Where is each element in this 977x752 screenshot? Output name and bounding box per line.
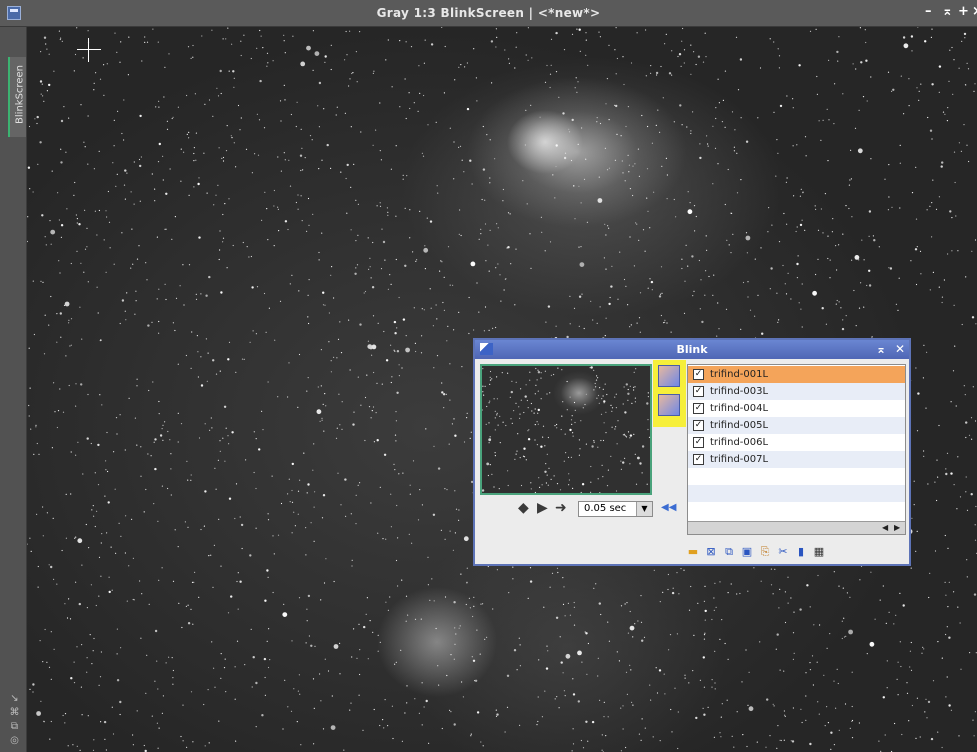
empty-row <box>688 485 905 502</box>
rewind-icon[interactable]: ◀◀ <box>661 502 676 513</box>
file-name: trifind-006L <box>710 437 769 448</box>
close-all-icon[interactable]: ⧉ <box>722 545 736 558</box>
horizontal-scrollbar[interactable]: ◀ ▶ <box>688 521 905 534</box>
checkbox[interactable]: ✓ <box>693 369 704 380</box>
checkbox[interactable]: ✓ <box>693 454 704 465</box>
checkbox[interactable]: ✓ <box>693 386 704 397</box>
interval-value: 0.05 sec <box>584 503 627 514</box>
dialog-close-button[interactable]: ✕ <box>895 342 905 356</box>
save-icon[interactable]: ▣ <box>740 545 754 558</box>
checkbox[interactable]: ✓ <box>693 403 704 414</box>
clone-view-icon[interactable]: ⧉ <box>9 721 20 732</box>
movie-icon[interactable]: ▦ <box>812 545 826 558</box>
file-name: trifind-007L <box>710 454 769 465</box>
list-item[interactable]: ✓ trifind-004L <box>688 400 905 417</box>
dialog-shade-button[interactable]: ⌅ <box>876 342 886 356</box>
histogram-stf-button[interactable] <box>658 365 680 387</box>
close-icon[interactable]: ⊠ <box>704 545 718 558</box>
file-name: trifind-001L <box>710 369 769 380</box>
tab-blinkscreen-label: BlinkScreen <box>14 65 26 124</box>
list-item[interactable]: ✓ trifind-007L <box>688 451 905 468</box>
chevron-down-icon[interactable]: ▼ <box>636 502 652 516</box>
open-folder-icon[interactable]: ▬ <box>686 545 700 558</box>
blink-preview[interactable] <box>480 364 652 495</box>
file-name: trifind-004L <box>710 403 769 414</box>
previous-image-icon[interactable]: ◆ <box>518 501 529 515</box>
window-title: Gray 1:3 BlinkScreen | <*new*> <box>376 6 601 20</box>
scroll-left-icon[interactable]: ◀ <box>882 523 888 532</box>
close-button[interactable]: × <box>972 4 977 19</box>
window-titlebar: Gray 1:3 BlinkScreen | <*new*> – ⌅ + × <box>0 0 977 27</box>
list-item[interactable]: ✓ trifind-006L <box>688 434 905 451</box>
crosshair-cursor <box>77 38 101 62</box>
tab-blinkscreen[interactable]: BlinkScreen <box>8 57 26 137</box>
checkbox[interactable]: ✓ <box>693 437 704 448</box>
list-item[interactable]: ✓ trifind-005L <box>688 417 905 434</box>
next-image-icon[interactable]: ➜ <box>555 501 567 515</box>
scroll-right-icon[interactable]: ▶ <box>894 523 900 532</box>
target-icon[interactable]: ◎ <box>9 735 20 746</box>
pan-tool-icon[interactable]: ⌘ <box>9 707 20 718</box>
maximize-button[interactable]: + <box>958 4 969 19</box>
file-list[interactable]: ✓ trifind-001L ✓ trifind-003L ✓ trifind-… <box>687 364 906 535</box>
list-item[interactable]: ✓ trifind-001L <box>688 366 905 383</box>
dialog-title: Blink <box>676 343 708 356</box>
empty-row <box>688 468 905 485</box>
file-name: trifind-005L <box>710 420 769 431</box>
zoom-tool-icon[interactable]: ↘ <box>9 693 20 704</box>
file-name: trifind-003L <box>710 386 769 397</box>
list-item[interactable]: ✓ trifind-003L <box>688 383 905 400</box>
dialog-titlebar[interactable]: Blink ⌅ ✕ <box>475 340 909 359</box>
left-tab-bar: BlinkScreen ↘ ⌘ ⧉ ◎ <box>0 27 27 752</box>
minimize-button[interactable]: – <box>925 4 932 19</box>
copy-icon[interactable]: ⎘ <box>758 545 772 558</box>
crop-icon[interactable]: ✂ <box>776 545 790 558</box>
auto-stf-button[interactable] <box>658 394 680 416</box>
play-icon[interactable]: ▶ <box>537 501 548 515</box>
statistics-icon[interactable]: ▮ <box>794 545 808 558</box>
empty-row <box>688 502 905 519</box>
shade-button[interactable]: ⌅ <box>942 4 953 19</box>
blink-dialog: Blink ⌅ ✕ ◆ ▶ ➜ 0.05 sec ▼ ◀◀ ✓ trifind-… <box>473 338 911 566</box>
checkbox[interactable]: ✓ <box>693 420 704 431</box>
preview-image <box>482 366 650 493</box>
interval-select[interactable]: 0.05 sec ▼ <box>578 501 653 517</box>
